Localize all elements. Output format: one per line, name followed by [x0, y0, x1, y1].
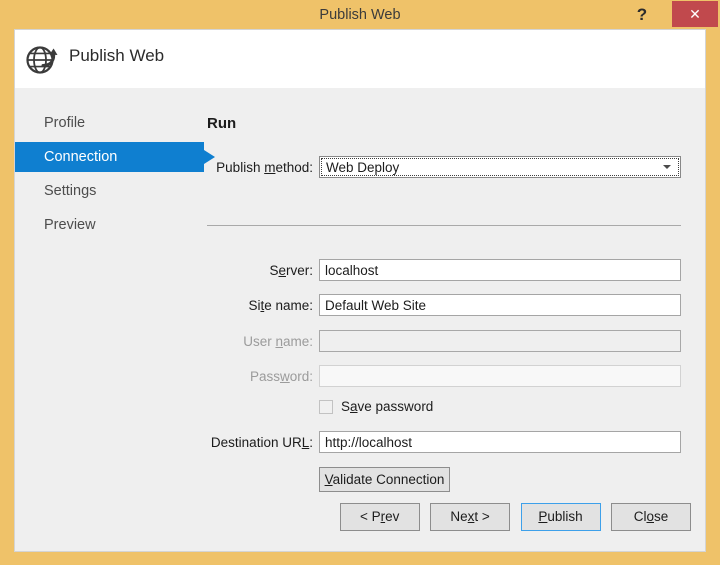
- sidebar: Profile Connection Settings Preview: [15, 108, 215, 244]
- publish-method-value: Web Deploy: [326, 160, 400, 175]
- user-name-input[interactable]: [319, 330, 681, 352]
- site-name-label: Site name:: [128, 298, 313, 313]
- label-accel: e: [278, 263, 286, 278]
- label-suffix: ethod:: [275, 160, 313, 175]
- destination-url-label: Destination URL:: [128, 435, 313, 450]
- sidebar-item-preview[interactable]: Preview: [15, 210, 191, 240]
- page-title: Run: [207, 115, 237, 132]
- window-title: Publish Web: [319, 7, 401, 23]
- server-input[interactable]: [319, 259, 681, 281]
- publish-web-dialog: Publish Web ? ✕ Publish Web Profile Conn…: [0, 0, 720, 565]
- label-accel: n: [275, 334, 283, 349]
- sidebar-item-label: Connection: [44, 149, 118, 165]
- label-suffix: :: [309, 435, 313, 450]
- publish-method-label: Publish method:: [128, 160, 313, 175]
- label-suffix: t >: [474, 509, 490, 524]
- sidebar-item-label: Profile: [44, 115, 86, 131]
- label-prefix: < P: [359, 509, 381, 524]
- prev-button[interactable]: < Prev: [339, 503, 420, 531]
- chevron-down-icon: [663, 165, 671, 169]
- destination-url-input[interactable]: [319, 431, 681, 453]
- save-password-label[interactable]: Save password: [341, 399, 433, 414]
- close-icon[interactable]: ✕: [672, 1, 718, 27]
- label-suffix: ame:: [282, 334, 313, 349]
- sidebar-item-settings[interactable]: Settings: [15, 176, 191, 206]
- password-input[interactable]: [319, 365, 681, 387]
- sidebar-item-label: Preview: [44, 217, 96, 233]
- label-accel: w: [279, 369, 290, 384]
- help-icon[interactable]: ?: [628, 1, 656, 28]
- label-accel: V: [324, 472, 333, 487]
- label-suffix: alidate Connection: [332, 472, 445, 487]
- label-prefix: Publish: [216, 160, 265, 175]
- user-name-label: User name:: [128, 334, 313, 349]
- label-accel: m: [264, 160, 276, 175]
- title-bar[interactable]: Publish Web ? ✕: [0, 0, 720, 29]
- label-prefix: Cl: [633, 509, 647, 524]
- label-prefix: Si: [248, 298, 261, 313]
- label-suffix: ve password: [357, 399, 434, 414]
- publish-button[interactable]: Publish: [520, 503, 601, 531]
- dialog-body: Publish Web Profile Connection Settings …: [14, 29, 706, 552]
- label-suffix: ublish: [547, 509, 583, 524]
- site-name-input[interactable]: [319, 294, 681, 316]
- server-label: Server:: [128, 263, 313, 278]
- sidebar-item-profile[interactable]: Profile: [15, 108, 191, 138]
- publish-method-select[interactable]: Web Deploy: [319, 156, 681, 178]
- section-divider: [207, 225, 681, 226]
- label-prefix: User: [243, 334, 276, 349]
- label-suffix: rver:: [286, 263, 313, 278]
- globe-publish-icon: [23, 40, 61, 78]
- close-button[interactable]: Close: [611, 503, 691, 531]
- next-button[interactable]: Next >: [430, 503, 511, 531]
- dialog-header-title: Publish Web: [69, 46, 165, 65]
- save-password-checkbox[interactable]: [319, 400, 333, 414]
- password-label: Password:: [128, 369, 313, 384]
- label-suffix: ord:: [289, 369, 313, 384]
- sidebar-item-label: Settings: [44, 183, 97, 199]
- label-prefix: Ne: [450, 509, 468, 524]
- label-suffix: ev: [385, 509, 400, 524]
- label-prefix: Destination UR: [210, 435, 302, 450]
- validate-connection-button[interactable]: Validate Connection: [319, 467, 450, 492]
- label-prefix: Pass: [249, 369, 280, 384]
- label-accel: o: [646, 509, 654, 524]
- dialog-header: Publish Web: [15, 30, 705, 88]
- label-accel: a: [350, 399, 358, 414]
- label-prefix: S: [341, 399, 351, 414]
- dialog-footer: < Prev Next > Publish Close: [334, 503, 691, 531]
- label-suffix: e name:: [264, 298, 313, 313]
- label-suffix: se: [654, 509, 669, 524]
